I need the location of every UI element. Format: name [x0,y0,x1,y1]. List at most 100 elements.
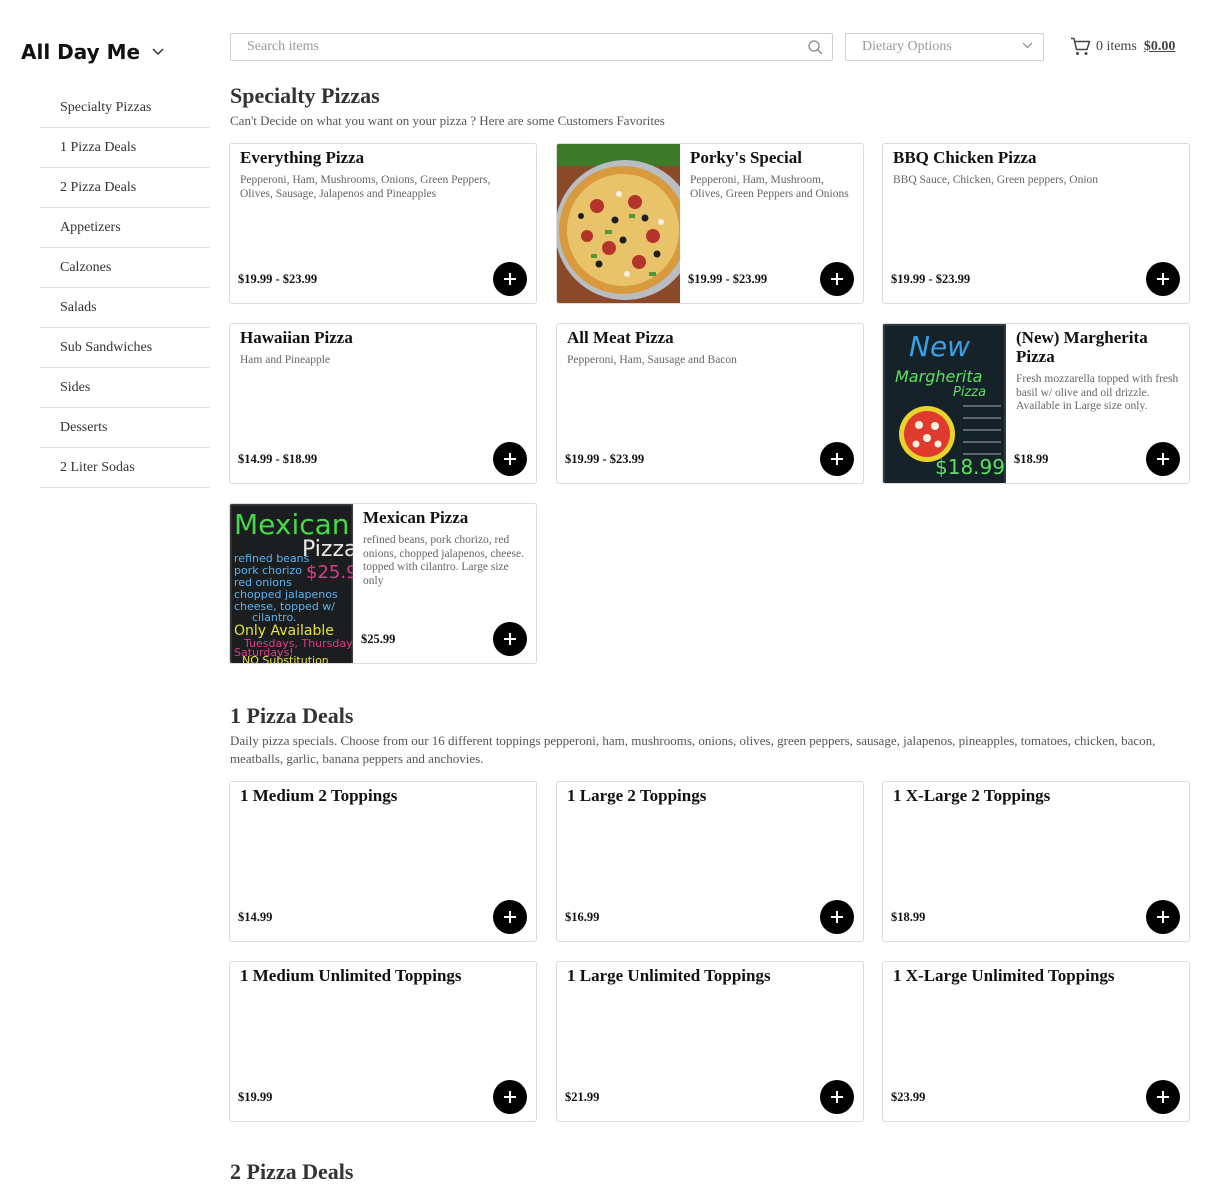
sidebar-item-appetizers[interactable]: Appetizers [40,208,210,248]
plus-icon [831,911,843,923]
menu-item-card[interactable]: 1 X-Large 2 Toppings $18.99 [882,781,1190,942]
cart-button[interactable]: 0 items $0.00 [1070,37,1175,56]
menu-item-card[interactable]: 1 Medium 2 Toppings $14.99 [229,781,537,942]
item-price: $19.99 - $23.99 [891,272,971,286]
item-price: $18.99 [1014,452,1049,466]
menu-item-card[interactable]: BBQ Chicken Pizza BBQ Sauce, Chicken, Gr… [882,143,1190,304]
photo-text: NO Substitution [242,654,329,663]
item-name: Porky's Special [690,148,802,167]
plus-icon [1157,453,1169,465]
add-item-button[interactable] [820,442,854,476]
sidebar-item-calzones[interactable]: Calzones [40,248,210,288]
dietary-options-label: Dietary Options [862,39,952,54]
item-price: $21.99 [565,1090,600,1104]
item-name: (New) Margherita Pizza [1016,328,1148,366]
dietary-options-select[interactable]: Dietary Options [845,33,1044,61]
menu-item-card[interactable]: 1 Medium Unlimited Toppings $19.99 [229,961,537,1122]
add-item-button[interactable] [1146,262,1180,296]
category-nav: Specialty Pizzas 1 Pizza Deals 2 Pizza D… [40,88,210,488]
menu-item-card[interactable]: 1 Large 2 Toppings $16.99 [556,781,864,942]
menu-item-card[interactable]: Everything Pizza Pepperoni, Ham, Mushroo… [229,143,537,304]
item-name: 1 Medium 2 Toppings [240,786,398,805]
item-description: refined beans, pork chorizo, red onions,… [363,534,524,587]
sidebar-item-sides[interactable]: Sides [40,368,210,408]
item-description: Pepperoni, Ham, Mushroom, Olives, Green … [690,174,849,200]
sidebar-item-sub-sandwiches[interactable]: Sub Sandwiches [40,328,210,368]
add-item-button[interactable] [820,262,854,296]
add-item-button[interactable] [493,1080,527,1114]
item-name: Hawaiian Pizza [240,328,353,347]
add-item-button[interactable] [820,1080,854,1114]
menu-item-card[interactable]: 1 Large Unlimited Toppings $21.99 [556,961,864,1122]
add-item-button[interactable] [1146,900,1180,934]
item-price: $18.99 [891,910,926,924]
add-item-button[interactable] [493,442,527,476]
item-name: 1 Medium Unlimited Toppings [240,966,462,985]
cart-icon [1071,37,1091,55]
menu-selector[interactable]: All Day Me [21,40,164,64]
plus-icon [1157,911,1169,923]
cart-total[interactable]: $0.00 [1144,39,1176,55]
photo-text: Pizza [302,537,353,562]
photo-text: $25.99 [306,562,353,583]
item-name: 1 Large 2 Toppings [567,786,707,805]
plus-icon [504,911,516,923]
photo-text: $18.99 [935,455,1005,479]
menu-item-card[interactable]: New Margherita Pizza $18.99 (New) Marghe… [882,323,1190,484]
menu-item-card[interactable]: All Meat Pizza Pepperoni, Ham, Sausage a… [556,323,864,484]
section-title-2-pizza-deals: 2 Pizza Deals [230,1159,354,1184]
plus-icon [831,273,843,285]
add-item-button[interactable] [1146,1080,1180,1114]
sidebar-item-2-pizza-deals[interactable]: 2 Pizza Deals [40,168,210,208]
sidebar-item-1-pizza-deals[interactable]: 1 Pizza Deals [40,128,210,168]
item-name: 1 X-Large 2 Toppings [893,786,1051,805]
sidebar-item-desserts[interactable]: Desserts [40,408,210,448]
plus-icon [831,453,843,465]
item-price: $19.99 [238,1090,273,1104]
add-item-button[interactable] [820,900,854,934]
plus-icon [504,1091,516,1103]
item-name: Mexican Pizza [363,508,469,527]
sidebar-item-2-liter-sodas[interactable]: 2 Liter Sodas [40,448,210,488]
sidebar-item-salads[interactable]: Salads [40,288,210,328]
sidebar-item-specialty-pizzas[interactable]: Specialty Pizzas [40,88,210,128]
section-description: Can't Decide on what you want on your pi… [230,113,665,128]
chevron-down-icon [1022,42,1033,49]
item-price: $19.99 - $23.99 [238,272,318,286]
menu-item-card[interactable]: 1 X-Large Unlimited Toppings $23.99 [882,961,1190,1122]
item-description: Fresh mozzarella topped with fresh basil… [1016,373,1179,412]
add-item-button[interactable] [493,622,527,656]
item-description: BBQ Sauce, Chicken, Green peppers, Onion [893,174,1099,186]
photo-text: Margherita [895,367,982,386]
item-price: $23.99 [891,1090,926,1104]
add-item-button[interactable] [493,262,527,296]
menu-item-card[interactable]: Porky's Special Pepperoni, Ham, Mushroom… [556,143,864,304]
photo-text: New [909,330,970,363]
chevron-down-icon [152,48,164,56]
add-item-button[interactable] [1146,442,1180,476]
item-name: 1 Large Unlimited Toppings [567,966,771,985]
plus-icon [1157,1091,1169,1103]
item-price: $19.99 - $23.99 [688,272,768,286]
search-input[interactable] [231,34,807,60]
search-icon[interactable] [808,40,823,55]
item-name: All Meat Pizza [567,328,674,347]
item-photo: Mexican Pizza refined beans pork chorizo… [230,504,353,663]
menu-item-card[interactable]: Hawaiian Pizza Ham and Pineapple $14.99 … [229,323,537,484]
plus-icon [1157,273,1169,285]
menu-item-card[interactable]: Mexican Pizza refined beans pork chorizo… [229,503,537,664]
search-box [230,33,833,61]
item-description: Ham and Pineapple [240,354,331,366]
add-item-button[interactable] [493,900,527,934]
photo-text: Pizza [953,385,986,400]
cart-count: 0 items [1096,38,1137,54]
plus-icon [504,633,516,645]
section-description: Daily pizza specials. Choose from our 16… [230,733,1156,766]
section-title-1-pizza-deals: 1 Pizza Deals [230,703,354,728]
section-title-specialty-pizzas: Specialty Pizzas [230,83,380,108]
item-price: $16.99 [565,910,600,924]
item-name: 1 X-Large Unlimited Toppings [893,966,1115,985]
plus-icon [504,453,516,465]
menu-title: All Day Me [21,40,141,64]
item-price: $14.99 [238,910,273,924]
